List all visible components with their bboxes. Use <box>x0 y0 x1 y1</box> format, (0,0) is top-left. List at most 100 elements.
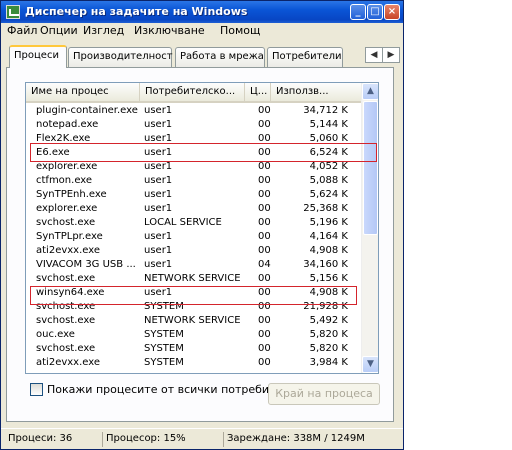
column-header-name[interactable]: Име на процес <box>26 83 140 101</box>
menu-options[interactable]: Опции <box>40 24 78 37</box>
highlight-box <box>30 286 357 305</box>
process-name-cell: explorer.exe <box>36 203 98 214</box>
cpu-cell: 00 <box>258 161 271 172</box>
process-name-cell: svchost.exe <box>36 217 96 228</box>
tab-scroll-right-icon[interactable]: ▶ <box>382 47 400 63</box>
maximize-button[interactable]: □ <box>367 4 383 20</box>
table-row[interactable]: ati2evxx.exe SYSTEM 00 3,984 K <box>26 356 361 370</box>
process-list-header: Име на процес Потребителско... Ц... Изпо… <box>26 83 361 103</box>
table-row[interactable]: VIVACOM 3G USB ... user1 04 34,160 K <box>26 258 361 272</box>
user-name-cell: user1 <box>144 175 173 186</box>
table-row[interactable]: svchost.exe NETWORK SERVICE 00 5,156 K <box>26 272 361 286</box>
show-all-label: Покажи процесите от всички потребители <box>47 383 297 396</box>
table-row[interactable]: ouc.exe SYSTEM 00 5,820 K <box>26 328 361 342</box>
user-name-cell: user1 <box>144 105 173 116</box>
process-name-cell: ati2evxx.exe <box>36 357 101 368</box>
tab-processes[interactable]: Процеси <box>9 45 67 68</box>
process-name-cell: SynTPLpr.exe <box>36 231 103 242</box>
cpu-cell: 00 <box>258 273 271 284</box>
memory-cell: 5,820 K <box>309 329 348 340</box>
user-name-cell: user1 <box>144 189 173 200</box>
user-name-cell: SYSTEM <box>144 357 184 368</box>
tab-strip: Процеси Производителност Работа в мрежа … <box>1 43 403 68</box>
menu-help[interactable]: Помощ <box>220 24 260 37</box>
process-name-cell: svchost.exe <box>36 343 96 354</box>
table-row[interactable]: plugin-container.exe user1 00 34,712 K <box>26 104 361 118</box>
cpu-cell: 00 <box>258 245 271 256</box>
user-name-cell: user1 <box>144 119 173 130</box>
memory-cell: 34,712 K <box>303 105 348 116</box>
close-button[interactable]: × <box>384 4 400 20</box>
scroll-thumb[interactable] <box>363 101 378 235</box>
memory-cell: 4,052 K <box>309 161 348 172</box>
process-name-cell: explorer.exe <box>36 161 98 172</box>
menu-shutdown[interactable]: Изключване <box>134 24 205 37</box>
task-manager-icon <box>6 5 20 19</box>
user-name-cell: user1 <box>144 161 173 172</box>
column-header-cpu[interactable]: Ц... <box>245 83 271 101</box>
user-name-cell: user1 <box>144 203 173 214</box>
scroll-down-icon[interactable]: ▼ <box>362 356 378 373</box>
table-row[interactable]: svchost.exe LOCAL SERVICE 00 5,196 K <box>26 216 361 230</box>
table-row[interactable]: notepad.exe user1 00 5,144 K <box>26 118 361 132</box>
cpu-cell: 00 <box>258 203 271 214</box>
vertical-scrollbar[interactable]: ▲ ▼ <box>361 83 378 373</box>
cpu-cell: 00 <box>258 119 271 130</box>
tab-scroll-left-icon[interactable]: ◀ <box>365 47 383 63</box>
process-name-cell: svchost.exe <box>36 273 96 284</box>
memory-cell: 5,156 K <box>309 273 348 284</box>
status-commit-charge: Зареждане: 338M / 1249M <box>223 432 398 447</box>
scroll-up-icon[interactable]: ▲ <box>362 83 378 100</box>
process-name-cell: ati2evxx.exe <box>36 245 101 256</box>
task-manager-window: Диспечер на задачите на Windows _ □ × Фа… <box>0 0 404 450</box>
table-row[interactable]: ctfmon.exe user1 00 5,088 K <box>26 174 361 188</box>
table-row[interactable]: svchost.exe SYSTEM 00 5,820 K <box>26 342 361 356</box>
memory-cell: 34,160 K <box>303 259 348 270</box>
memory-cell: 3,984 K <box>309 357 348 368</box>
memory-cell: 5,088 K <box>309 175 348 186</box>
memory-cell: 5,624 K <box>309 189 348 200</box>
minimize-button[interactable]: _ <box>350 4 366 20</box>
user-name-cell: LOCAL SERVICE <box>144 217 222 228</box>
column-header-user[interactable]: Потребителско... <box>140 83 245 101</box>
table-row[interactable]: explorer.exe user1 00 25,368 K <box>26 202 361 216</box>
memory-cell: 5,196 K <box>309 217 348 228</box>
tab-performance[interactable]: Производителност <box>68 47 173 67</box>
table-row[interactable]: SynTPLpr.exe user1 00 4,164 K <box>26 230 361 244</box>
cpu-cell: 00 <box>258 105 271 116</box>
memory-cell: 5,492 K <box>309 315 348 326</box>
tab-users[interactable]: Потребители <box>267 47 343 67</box>
process-name-cell: VIVACOM 3G USB ... <box>36 259 136 270</box>
process-name-cell: svchost.exe <box>36 315 96 326</box>
user-name-cell: user1 <box>144 245 173 256</box>
user-name-cell: NETWORK SERVICE <box>144 273 241 284</box>
cpu-cell: 00 <box>258 343 271 354</box>
menu-view[interactable]: Изглед <box>83 24 124 37</box>
title-bar[interactable]: Диспечер на задачите на Windows _ □ × <box>1 1 403 23</box>
table-row[interactable]: ati2evxx.exe user1 00 4,908 K <box>26 244 361 258</box>
process-list[interactable]: Име на процес Потребителско... Ц... Изпо… <box>25 82 379 374</box>
memory-cell: 4,164 K <box>309 231 348 242</box>
table-row[interactable]: svchost.exe NETWORK SERVICE 00 5,492 K <box>26 314 361 328</box>
memory-cell: 5,820 K <box>309 343 348 354</box>
show-all-checkbox[interactable] <box>30 383 43 396</box>
cpu-cell: 04 <box>258 259 271 270</box>
table-row[interactable]: explorer.exe user1 00 4,052 K <box>26 160 361 174</box>
column-header-memory[interactable]: Използв... <box>271 83 361 101</box>
user-name-cell: NETWORK SERVICE <box>144 315 241 326</box>
end-process-button[interactable]: Край на процеса <box>268 383 380 405</box>
process-name-cell: ouc.exe <box>36 329 75 340</box>
cpu-cell: 00 <box>258 329 271 340</box>
table-row[interactable]: SynTPEnh.exe user1 00 5,624 K <box>26 188 361 202</box>
cpu-cell: 00 <box>258 357 271 368</box>
user-name-cell: user1 <box>144 259 173 270</box>
memory-cell: 25,368 K <box>303 203 348 214</box>
cpu-cell: 00 <box>258 175 271 186</box>
process-name-cell: SynTPEnh.exe <box>36 189 107 200</box>
process-name-cell: notepad.exe <box>36 119 99 130</box>
tab-networking[interactable]: Работа в мрежа <box>175 47 265 67</box>
window-title: Диспечер на задачите на Windows <box>25 5 248 18</box>
user-name-cell: user1 <box>144 231 173 242</box>
menu-file[interactable]: Файл <box>7 24 37 37</box>
cpu-cell: 00 <box>258 189 271 200</box>
